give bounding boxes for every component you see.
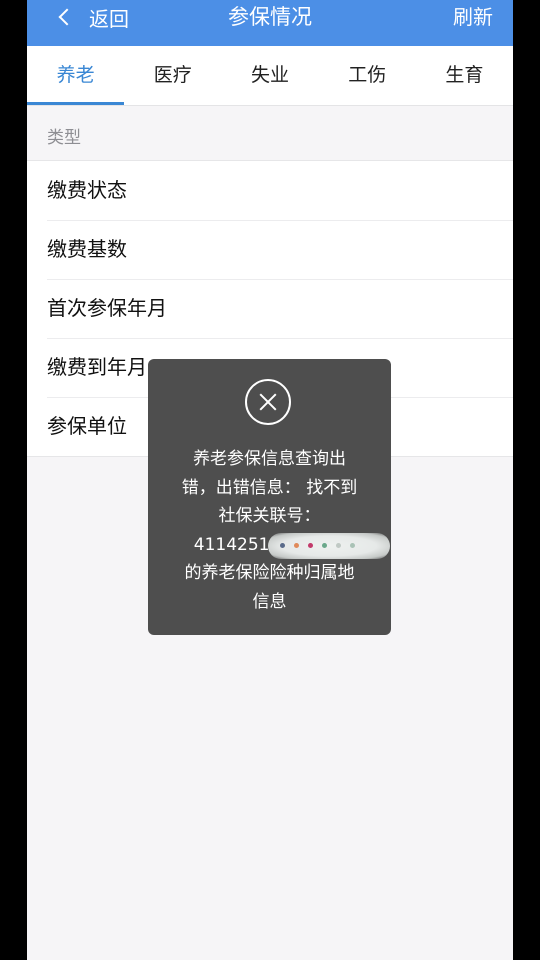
error-line: 信息 (252, 591, 287, 612)
error-line: 错，出错信息： 找不到 (181, 477, 358, 498)
error-message: 养老参保信息查询出 错，出错信息： 找不到 社保关联号： 41142510000… (166, 445, 390, 616)
social-security-number: 41142510000000 (193, 531, 390, 560)
nav-bar: 返回 参保情况 刷新 (27, 0, 513, 46)
tab-medical[interactable]: 医疗 (124, 46, 221, 105)
refresh-button[interactable]: 刷新 (453, 0, 493, 34)
list-item-first-insured-month: 首次参保年月 (27, 279, 513, 338)
tab-work-injury[interactable]: 工伤 (319, 46, 416, 105)
close-circle-icon (245, 379, 291, 425)
list-item-payment-base: 缴费基数 (27, 220, 513, 279)
error-toast: 养老参保信息查询出 错，出错信息： 找不到 社保关联号： 41142510000… (148, 359, 391, 635)
error-line: 41142510000000 (166, 531, 390, 560)
app-screen: 返回 参保情况 刷新 养老 医疗 失业 工伤 生育 类型 缴费状态 缴费基数 首… (27, 0, 513, 960)
tab-maternity[interactable]: 生育 (416, 46, 513, 105)
tab-pension[interactable]: 养老 (27, 46, 125, 105)
tab-unemployment[interactable]: 失业 (221, 46, 318, 105)
error-line: 养老参保信息查询出 (193, 449, 346, 469)
redaction-mask (267, 532, 390, 559)
section-header: 类型 (47, 128, 81, 148)
tab-bar: 养老 医疗 失业 工伤 生育 (27, 46, 513, 106)
list-item-payment-status: 缴费状态 (47, 178, 127, 202)
error-line: 社保关联号： (218, 506, 321, 526)
error-line: 的养老保险险种归属地 (184, 563, 355, 583)
page-title: 参保情况 (228, 5, 312, 29)
social-security-number-visible: 4114251 (193, 534, 270, 555)
